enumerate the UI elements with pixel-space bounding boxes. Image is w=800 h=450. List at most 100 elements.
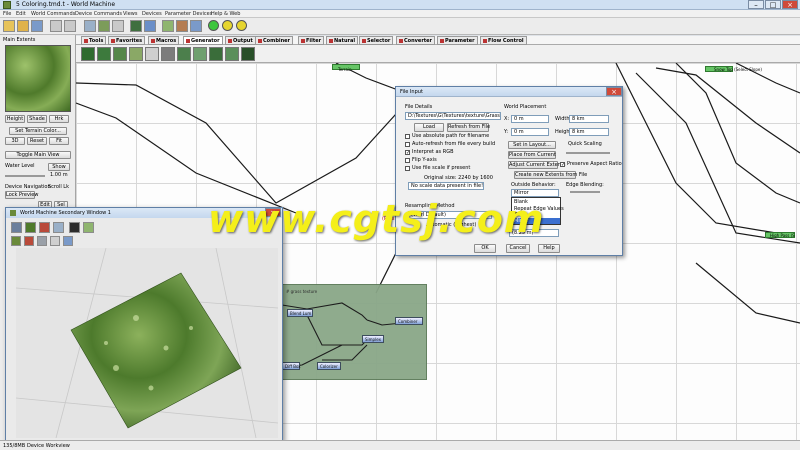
color-icon[interactable]	[69, 222, 80, 233]
tab-favorites[interactable]: Favorites	[108, 36, 146, 45]
absolute-path-checkbox[interactable]	[405, 134, 410, 139]
tab-generator[interactable]: Generator	[183, 36, 223, 45]
tab-tools[interactable]: Tools	[81, 36, 107, 45]
height-button[interactable]: Height	[5, 115, 25, 123]
x-field[interactable]: 0 m	[511, 115, 549, 123]
open-folder-icon[interactable]	[17, 20, 29, 32]
diff-box-node[interactable]: Diff Box	[282, 362, 301, 370]
layout-generator-icon[interactable]	[241, 47, 255, 61]
quick-scaling-slider[interactable]	[566, 152, 610, 154]
layout-view-icon[interactable]	[84, 20, 96, 32]
voronoi-icon[interactable]	[97, 47, 111, 61]
colorizer-node[interactable]: Colorizer	[317, 362, 341, 370]
show-button[interactable]: Show	[48, 163, 70, 171]
tile-build-icon[interactable]	[144, 20, 156, 32]
yellow-status-icon-2[interactable]	[236, 20, 247, 31]
place-from-current-button[interactable]: Place from Current	[508, 151, 556, 159]
radial-icon[interactable]	[177, 47, 191, 61]
wire-icon[interactable]	[37, 236, 47, 246]
camera-icon[interactable]	[53, 222, 64, 233]
advanced-perlin-icon[interactable]	[129, 47, 143, 61]
linear-icon[interactable]	[193, 47, 207, 61]
green-status-icon[interactable]	[208, 20, 219, 31]
render-icon[interactable]	[176, 20, 188, 32]
height-field[interactable]: 8 km	[569, 128, 609, 136]
hrk-button[interactable]: Hrk	[49, 115, 69, 123]
shade-button[interactable]: Shade	[27, 115, 47, 123]
gradient-icon[interactable]	[161, 47, 175, 61]
preserve-aspect-checkbox[interactable]: ✓	[560, 162, 565, 168]
explore-icon[interactable]	[112, 20, 124, 32]
terrain-preview[interactable]	[5, 45, 71, 112]
menu-help-web[interactable]: Help & Web	[211, 11, 240, 17]
interpret-rgb-checkbox[interactable]: ✓	[405, 150, 410, 156]
tab-converter[interactable]: Converter	[396, 36, 436, 45]
3d-viewport[interactable]	[16, 248, 278, 438]
lock-preview-button[interactable]: Lock Preview	[5, 191, 38, 199]
3d-button[interactable]: 3D	[5, 137, 25, 145]
menu-parameter-devices[interactable]: Parameter Devices	[165, 11, 212, 17]
file-input-icon[interactable]	[209, 47, 223, 61]
load-button[interactable]: Load	[414, 123, 444, 132]
tab-natural[interactable]: Natural	[326, 36, 359, 45]
fit-button[interactable]: Fit	[49, 137, 69, 145]
render-icon[interactable]	[39, 222, 50, 233]
menu-views[interactable]: Views	[123, 11, 137, 17]
grass-texture-group[interactable]: # grass texture Blend Lum Simplex Combin…	[281, 284, 427, 380]
close-button[interactable]: ×	[782, 0, 798, 9]
menu-world-commands[interactable]: World Commands	[31, 11, 75, 17]
settings-icon[interactable]	[190, 20, 202, 32]
toggle-main-view-button[interactable]: Toggle Main View	[5, 151, 71, 159]
fractal-icon[interactable]	[113, 47, 127, 61]
edge-blending-slider[interactable]	[570, 191, 600, 193]
yellow-status-icon[interactable]	[222, 20, 233, 31]
dialog-close-button[interactable]: ×	[606, 87, 622, 96]
save-icon[interactable]	[31, 20, 43, 32]
create-extents-button[interactable]: Create new Extents from File	[514, 171, 587, 179]
terrain-icon[interactable]	[25, 222, 36, 233]
menu-devices[interactable]: Devices	[142, 11, 162, 17]
tab-output[interactable]: Output	[225, 36, 256, 45]
minimize-button[interactable]: –	[748, 0, 764, 9]
terrain-mesh[interactable]	[70, 272, 242, 429]
refresh-from-file-button[interactable]: Refresh from File	[447, 123, 490, 132]
perlin-noise-icon[interactable]	[81, 47, 95, 61]
menu-edit[interactable]: Edit	[16, 11, 26, 17]
outside-behavior-select[interactable]: Mirror	[511, 189, 559, 197]
blend-node[interactable]: Blend Lum	[287, 309, 313, 317]
menu-file[interactable]: File	[3, 11, 11, 17]
build-icon[interactable]	[130, 20, 142, 32]
combiner-node[interactable]: Combiner	[395, 317, 423, 325]
device-view-icon[interactable]	[98, 20, 110, 32]
y-field[interactable]: 0 m	[511, 128, 549, 136]
simplex-node[interactable]: Simplex	[362, 335, 384, 343]
file-path-field[interactable]: D:\Textures\G\Textures\texture\GrassTold…	[405, 112, 501, 120]
redo-icon[interactable]	[64, 20, 76, 32]
adjust-current-extents-button[interactable]: Adjust Current Extents	[508, 161, 565, 169]
undo-icon[interactable]	[50, 20, 62, 32]
grid-icon[interactable]	[83, 222, 94, 233]
flip-y-checkbox[interactable]	[405, 158, 410, 163]
tab-flow-control[interactable]: Flow Control	[480, 36, 527, 45]
tab-selector[interactable]: Selector	[359, 36, 394, 45]
auto-refresh-checkbox[interactable]	[405, 142, 410, 147]
tab-parameter[interactable]: Parameter	[437, 36, 478, 45]
reset-view-icon[interactable]	[50, 236, 60, 246]
use-file-scale-checkbox[interactable]	[405, 166, 410, 171]
tab-combiner[interactable]: Combiner	[255, 36, 294, 45]
tab-filter[interactable]: Filter	[298, 36, 325, 45]
constant-icon[interactable]	[145, 47, 159, 61]
cancel-button[interactable]: Cancel	[506, 244, 530, 253]
shape-icon[interactable]	[225, 47, 239, 61]
set-terrain-color-button[interactable]: Set Terrain Color...	[9, 127, 67, 135]
light-icon[interactable]	[24, 236, 34, 246]
width-field[interactable]: 8 km	[569, 115, 609, 123]
maximize-button[interactable]: □	[765, 0, 781, 9]
set-in-layout-button[interactable]: Set in Layout...	[508, 141, 556, 149]
water-level-slider[interactable]	[5, 175, 45, 177]
fit-view-icon[interactable]	[63, 236, 73, 246]
preview-icon[interactable]	[162, 20, 174, 32]
tab-macros[interactable]: Macros	[148, 36, 180, 45]
ok-button[interactable]: OK	[474, 244, 496, 253]
help-button[interactable]: Help	[538, 244, 560, 253]
